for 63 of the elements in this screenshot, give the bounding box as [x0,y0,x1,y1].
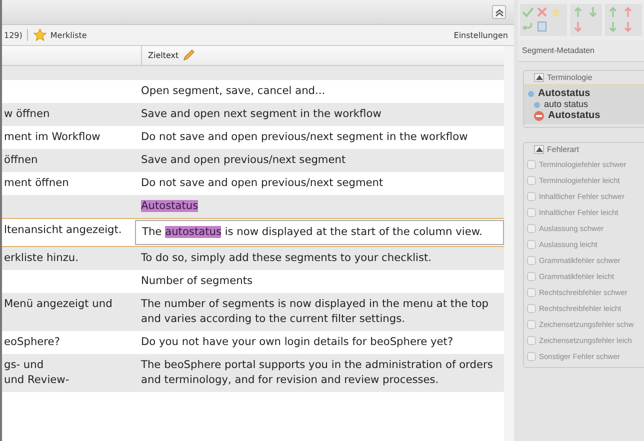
arrow-down-icon[interactable] [622,21,634,33]
panel-title: Segment-Metadaten [518,40,644,62]
table-row[interactable]: erkliste hinzu. To do so, simply add these segments to your checklist. [2,247,504,270]
undo-icon[interactable] [522,20,534,32]
collapse-button[interactable] [492,5,506,19]
table-row[interactable]: Autostatus [2,195,504,218]
target-text: Autostatus [141,199,200,214]
pencil-icon [182,49,195,62]
bookmark-button[interactable]: Merkliste [33,28,87,42]
document-icon[interactable] [536,20,548,32]
target-text: Do not save and open previous/next segment [141,176,384,191]
arrow-down-icon[interactable] [586,6,599,18]
triangle-up-icon [536,75,542,80]
table-row[interactable]: gs- und und Review- The beoSphere portal supports you in the administration of orders and terminology, and for revision and review processes. [2,354,504,392]
target-text: Open segment, save, cancel and... [141,84,326,99]
target-text: Do not save and open previous/next segment in the workflow [141,130,469,145]
target-text: The beoSphere portal supports you in the administration of orders [141,358,494,373]
term-text: auto status [544,99,588,110]
source-text: ment im Workflow [4,130,102,145]
table-row[interactable]: w öffnen Save and open next segment in the workflow [2,103,504,126]
target-text: Do you not have your own login details for beoSphere yet? [141,335,454,350]
minus-circle-icon [534,110,544,120]
target-text: Number of segments [141,274,254,289]
source-text: und Review- [4,373,70,388]
table-row[interactable]: öffnen Save and open previous/next segment [2,149,504,172]
source-text: w öffnen [4,107,51,122]
source-text: ltenansicht angezeigt. [4,223,123,238]
source-text: ment öffnen [4,176,70,191]
close-icon[interactable] [536,6,548,18]
source-text: eoSphere? [4,335,61,350]
arrow-up-icon[interactable] [622,6,634,18]
bullet-icon [528,90,534,96]
star-icon [33,28,48,42]
fieldset-legend: Fehlerart [547,145,580,154]
target-text: and terminology, and for revision and review processes. [141,373,440,388]
source-text: öffnen [4,153,39,168]
fieldset-legend: Terminologie [547,73,592,82]
star-icon[interactable] [550,6,562,18]
segment-count: 129) [4,30,22,40]
bullet-icon [534,102,540,108]
source-text: erkliste hinzu. [4,251,80,266]
arrow-down-icon[interactable] [572,21,584,33]
check-icon[interactable] [522,6,534,18]
target-text: Save and open next segment in the workflow [141,107,382,122]
double-chevron-up-icon [494,8,504,16]
arrow-up-icon[interactable] [572,6,584,18]
term-text: Autostatus [548,110,600,121]
collapse-button[interactable] [534,73,544,82]
collapse-button[interactable] [534,145,544,154]
source-text: gs- und [4,358,45,373]
arrow-up-icon[interactable] [606,6,619,18]
source-text: Menü angezeigt und [4,297,114,312]
term-text: Autostatus [538,88,590,99]
target-text: Save and open previous/next segment [141,153,347,168]
target-text: and varies according to the current filter settings. [141,312,406,327]
settings-button[interactable]: Einstellungen [454,30,508,40]
triangle-up-icon [536,147,542,152]
arrow-down-icon[interactable] [606,21,619,33]
table-row[interactable]: Menü angezeigt und The number of segments is now displayed in the menu at the top and varies according to the current filter settings. [2,293,504,331]
target-text: To do so, simply add these segments to your checklist. [141,251,432,266]
target-text: The autostatus is now displayed at the start of the column view. [142,225,484,240]
target-text: The number of segments is now displayed in the menu at the top [141,297,490,312]
table-row[interactable]: ltenansicht angezeigt. The autostatus is now displayed at the start of the column view. [2,218,504,247]
